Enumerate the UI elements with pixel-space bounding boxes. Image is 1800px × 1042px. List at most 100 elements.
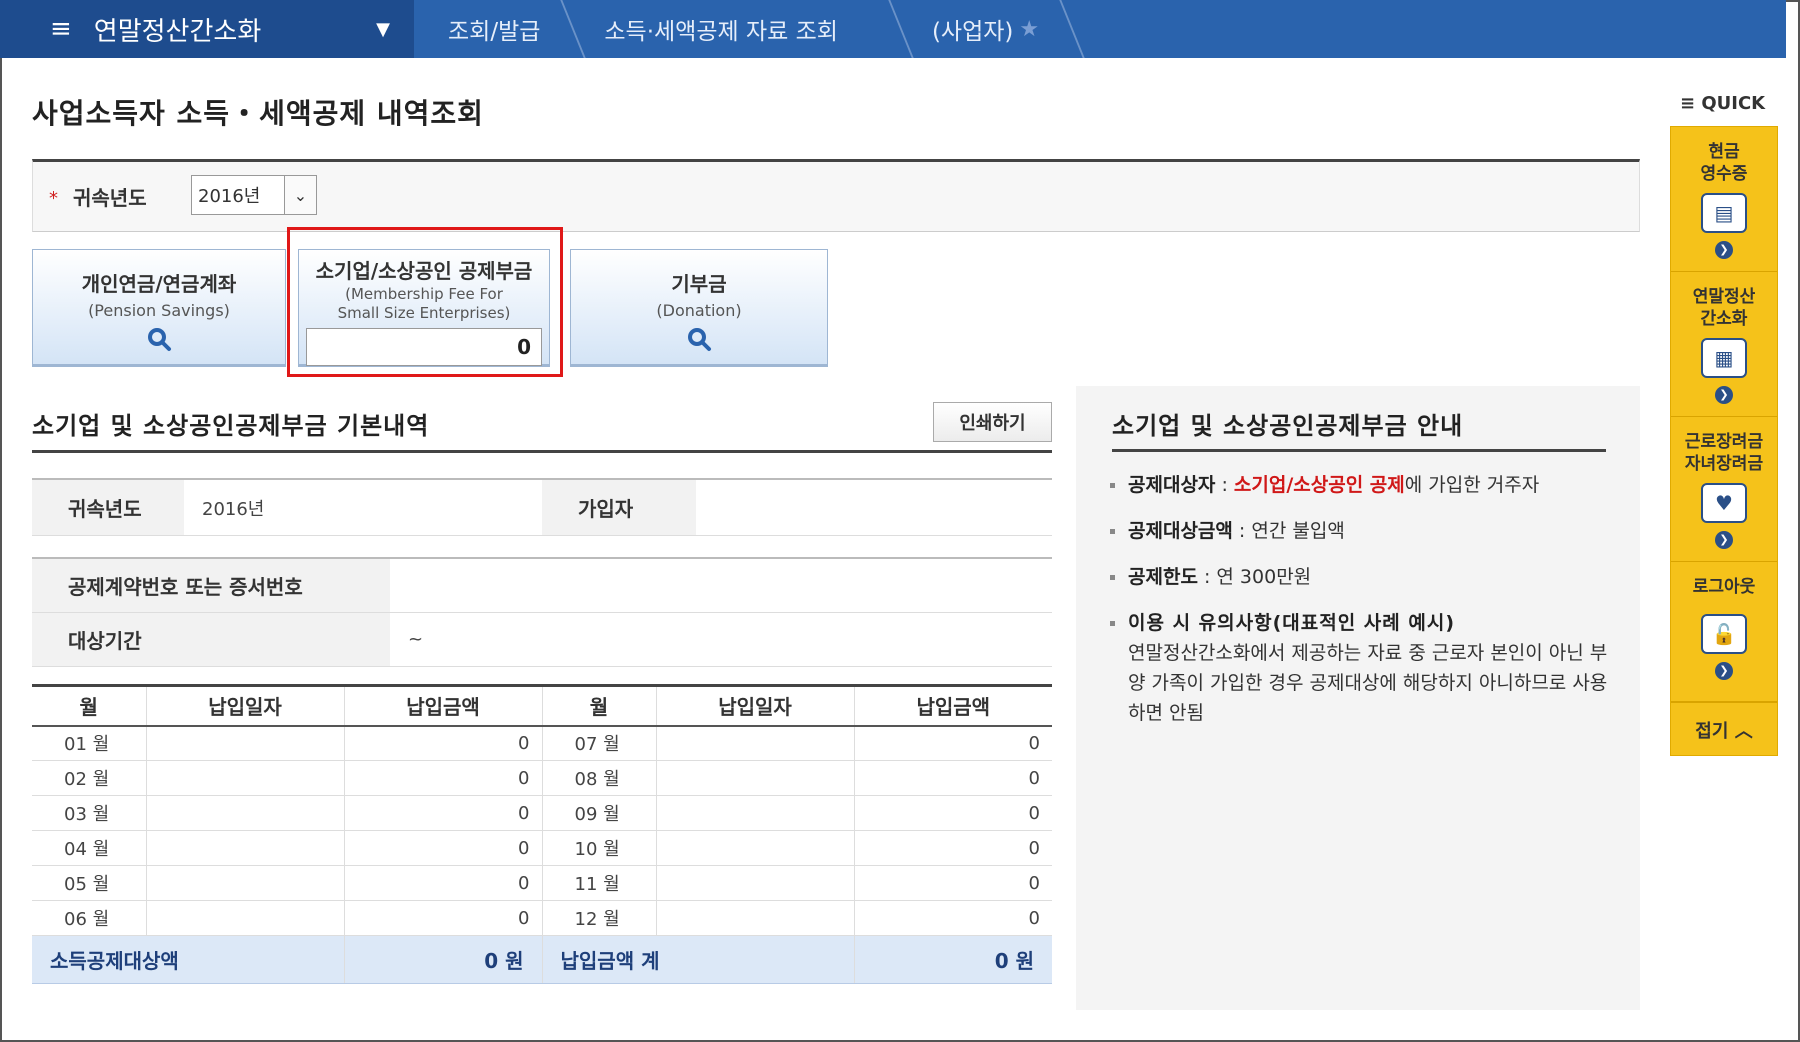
column-header: 월 xyxy=(32,685,147,727)
breadcrumb-business[interactable]: (사업자) ★ xyxy=(898,0,1069,58)
payment-amount-cell: 0 xyxy=(854,725,1052,761)
top-navigation: ≡ 연말정산간소화 ▼ 조회/발급 소득·세액공제 자료 조회 (사업자) ★ xyxy=(0,0,1786,58)
target-highlight: 소기업/소상공인 공제 xyxy=(1233,474,1405,496)
quick-item-cash-receipt[interactable]: 현금 영수증 ▤ ❯ xyxy=(1671,127,1777,272)
highlight-box xyxy=(287,227,563,377)
table-header-row: 월 납입일자 납입금액 월 납입일자 납입금액 xyxy=(32,685,1052,727)
month-cell: 04 월 xyxy=(32,830,147,866)
tab-title: 개인연금/연금계좌 xyxy=(81,272,237,296)
arrow-circle-icon[interactable]: ❯ xyxy=(1715,386,1733,404)
year-select-value: 2016년 xyxy=(198,186,261,207)
payment-date-cell xyxy=(656,795,855,831)
guide-item-amount: 공제대상금액 : 연간 불입액 xyxy=(1110,516,1610,546)
nav-home-label: 연말정산간소화 xyxy=(93,16,262,47)
tab-subtitle: (Donation) xyxy=(656,301,742,320)
section-divider xyxy=(32,450,1052,453)
tab-subtitle: (Pension Savings) xyxy=(88,301,230,320)
contract-label: 공제계약번호 또는 증서번호 xyxy=(32,559,390,612)
breadcrumb-deduction-lookup[interactable]: 소득·세액공제 자료 조회 xyxy=(570,0,898,58)
column-header: 납입일자 xyxy=(656,685,855,727)
nav-home-menu[interactable]: ≡ 연말정산간소화 ▼ xyxy=(0,0,414,58)
payment-date-cell xyxy=(146,900,345,936)
guide-item-limit: 공제한도 : 연 300만원 xyxy=(1110,562,1610,592)
table-row: 06 월 0 12 월0 xyxy=(32,900,1052,936)
table-row: 05 월 0 11 월0 xyxy=(32,865,1052,901)
chevron-down-icon[interactable]: ⌄ xyxy=(284,176,316,214)
quick-label: 로그아웃 xyxy=(1692,577,1756,597)
year-select[interactable]: 2016년 ⌄ xyxy=(191,175,317,215)
breadcrumb-label: (사업자) xyxy=(931,19,1014,45)
target-text: 에 가입한 거주자 xyxy=(1404,474,1540,496)
quick-header-label: QUICK xyxy=(1701,93,1766,114)
year-label: 귀속년도 xyxy=(73,186,147,210)
quick-item-year-end[interactable]: 연말정산 간소화 ▦ ❯ xyxy=(1671,272,1777,417)
quick-item-logout[interactable]: 로그아웃 🔓 ❯ xyxy=(1671,562,1777,702)
subscriber-value xyxy=(696,480,1052,535)
arrow-circle-icon[interactable]: ❯ xyxy=(1715,531,1733,549)
payment-amount-cell: 0 xyxy=(854,795,1052,831)
deduction-total-label: 소득공제대상액 xyxy=(32,935,345,984)
payment-amount-cell: 0 xyxy=(854,900,1052,936)
payment-amount-cell: 0 xyxy=(854,760,1052,796)
breadcrumb-label: 조회/발급 xyxy=(448,19,541,45)
payment-date-cell xyxy=(656,725,855,761)
basic-info-table: 귀속년도 2016년 가입자 xyxy=(32,478,1052,536)
quick-menu: 현금 영수증 ▤ ❯ 연말정산 간소화 ▦ ❯ 근로장려금 자녀장려금 ♥ ❯ … xyxy=(1670,126,1778,756)
arrow-circle-icon[interactable]: ❯ xyxy=(1715,241,1733,259)
arrow-circle-icon[interactable]: ❯ xyxy=(1715,662,1733,680)
month-cell: 11 월 xyxy=(542,865,657,901)
favorite-star-icon[interactable]: ★ xyxy=(1019,17,1039,42)
heart-icon: ♥ xyxy=(1701,483,1747,523)
print-button[interactable]: 인쇄하기 xyxy=(933,402,1052,442)
tab-donation[interactable]: 기부금 (Donation) xyxy=(570,249,828,367)
guide-item-note: 이용 시 유의사항(대표적인 사례 예시) 연말정산간소화에서 제공하는 자료 … xyxy=(1110,608,1610,728)
payment-date-cell xyxy=(146,725,345,761)
payment-amount-cell: 0 xyxy=(344,865,543,901)
column-header: 월 xyxy=(542,685,657,727)
lock-icon: 🔓 xyxy=(1701,614,1747,654)
guide-divider xyxy=(1112,449,1606,452)
target-label: 공제대상자 xyxy=(1128,474,1216,496)
period-value: ~ xyxy=(408,629,424,650)
subscriber-label: 가입자 xyxy=(542,480,696,535)
quick-label: 연말정산 xyxy=(1692,287,1756,307)
tab-pension-savings[interactable]: 개인연금/연금계좌 (Pension Savings) xyxy=(32,249,286,367)
breadcrumb-lookup[interactable]: 조회/발급 xyxy=(414,0,570,58)
quick-label: 근로장려금 xyxy=(1684,432,1764,452)
table-row: 04 월 0 10 월0 xyxy=(32,830,1052,866)
year-label: 귀속년도 xyxy=(32,480,184,535)
quick-item-incentive[interactable]: 근로장려금 자녀장려금 ♥ ❯ xyxy=(1671,417,1777,562)
payment-date-cell xyxy=(146,865,345,901)
period-label: 대상기간 xyxy=(32,613,390,666)
contract-info-table: 공제계약번호 또는 증서번호 대상기간 ~ xyxy=(32,557,1052,667)
payment-date-cell xyxy=(656,760,855,796)
chevron-down-icon[interactable]: ▼ xyxy=(376,19,390,40)
payment-amount-cell: 0 xyxy=(344,900,543,936)
month-cell: 08 월 xyxy=(542,760,657,796)
hamburger-menu-icon[interactable]: ≡ xyxy=(50,14,72,44)
month-cell: 12 월 xyxy=(542,900,657,936)
chevron-up-icon: ︿ xyxy=(1734,720,1753,742)
month-cell: 06 월 xyxy=(32,900,147,936)
quick-label: 간소화 xyxy=(1700,309,1748,329)
receipt-icon: ▤ xyxy=(1701,193,1747,233)
payment-amount-cell: 0 xyxy=(344,795,543,831)
search-icon[interactable] xyxy=(686,326,712,359)
calculator-icon: ▦ xyxy=(1701,338,1747,378)
payment-date-cell xyxy=(656,900,855,936)
payment-date-cell xyxy=(146,760,345,796)
year-value: 2016년 xyxy=(202,498,265,520)
table-row: 03 월 0 09 월0 xyxy=(32,795,1052,831)
limit-label: 공제한도 xyxy=(1128,566,1198,588)
payment-total-label: 납입금액 계 xyxy=(542,935,855,984)
payment-date-cell xyxy=(146,795,345,831)
search-icon[interactable] xyxy=(146,326,172,359)
month-cell: 09 월 xyxy=(542,795,657,831)
quick-label: 자녀장려금 xyxy=(1684,454,1764,474)
page-title: 사업소득자 소득・세액공제 내역조회 xyxy=(32,97,484,130)
guide-title: 소기업 및 소상공인공제부금 안내 xyxy=(1112,412,1464,440)
quick-header: ≡ QUICK xyxy=(1680,93,1766,114)
fold-button[interactable]: 접기 ︿ xyxy=(1671,702,1777,756)
payment-date-cell xyxy=(656,865,855,901)
payment-date-cell xyxy=(656,830,855,866)
